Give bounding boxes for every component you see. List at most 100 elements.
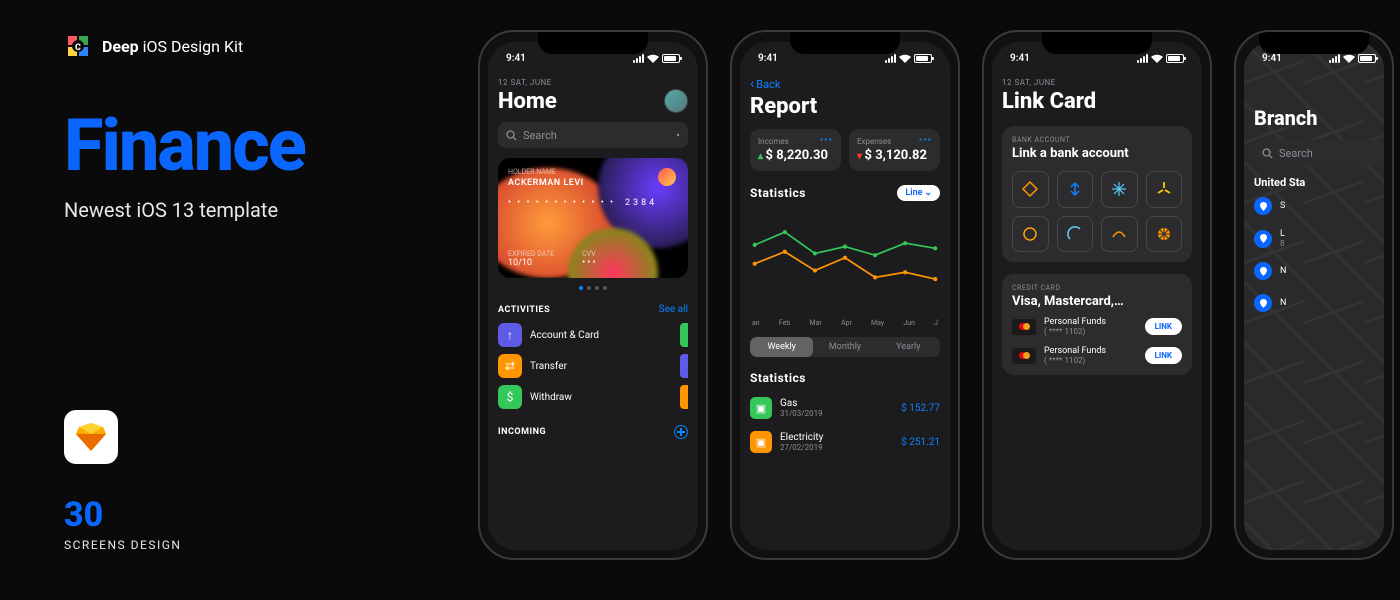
summary-tile[interactable]: ••• Expenses $ 3,120.82 — [849, 129, 940, 171]
month-label: an — [752, 319, 760, 327]
wifi-icon — [1343, 54, 1355, 63]
stat-icon: ▣ — [750, 431, 772, 453]
branch-row[interactable]: L8 — [1254, 229, 1384, 248]
month-label: Apr — [841, 319, 852, 327]
screens-count-label: SCREENS DESIGN — [64, 538, 181, 552]
signal-icon — [885, 54, 896, 63]
bank-icon — [1155, 225, 1173, 243]
back-button[interactable]: ‹Back — [750, 76, 940, 92]
map-pin-icon — [1254, 262, 1272, 280]
month-label: Feb — [779, 319, 790, 327]
signal-icon — [1329, 54, 1340, 63]
branch-name: N — [1280, 298, 1286, 308]
summary-tile[interactable]: ••• Incomes $ 8,220.30 — [750, 129, 841, 171]
bank-icon — [1110, 180, 1128, 198]
bank-option[interactable] — [1101, 216, 1138, 253]
card-pager[interactable] — [498, 286, 688, 290]
bank-option[interactable] — [1012, 216, 1049, 253]
tile-menu-icon[interactable]: ••• — [919, 135, 932, 146]
status-time: 9:41 — [758, 53, 778, 64]
bank-option[interactable] — [1057, 171, 1094, 208]
month-label: Mar — [809, 319, 821, 327]
avatar[interactable] — [664, 89, 688, 113]
hero-title: Finance — [64, 110, 424, 182]
segment-option[interactable]: Yearly — [877, 337, 940, 357]
activity-item[interactable]: ⇄ Transfer — [498, 354, 688, 378]
segment-option[interactable]: Weekly — [750, 337, 813, 357]
mastercard-icon — [1012, 348, 1036, 364]
search-input[interactable]: Search — [1254, 140, 1384, 166]
phone-branch: 9:41 Branch Search United Sta S L8 N N — [1234, 30, 1394, 560]
bank-option[interactable] — [1012, 171, 1049, 208]
mic-icon[interactable]: • — [676, 129, 680, 142]
branch-sub: 8 — [1280, 239, 1285, 248]
credit-card-row: Personal Funds( **** 1102) LINK — [1012, 317, 1182, 336]
brand-mark-icon: C — [64, 32, 92, 60]
activity-item[interactable]: $ Withdraw — [498, 385, 688, 409]
page-title: Branch — [1254, 106, 1384, 130]
search-placeholder: Search — [523, 129, 670, 142]
signal-icon — [633, 54, 644, 63]
link-button[interactable]: LINK — [1145, 347, 1182, 364]
chevron-down-icon: ⌄ — [924, 188, 932, 198]
country-header: United Sta — [1254, 176, 1384, 189]
card-holder-label: HOLDER NAME — [508, 168, 678, 176]
svg-text:C: C — [75, 43, 81, 53]
credit-card-row: Personal Funds( **** 1102) LINK — [1012, 346, 1182, 365]
branch-name: S — [1280, 201, 1285, 211]
statistics-title: Statistics — [750, 186, 806, 200]
branch-row[interactable]: S — [1254, 197, 1384, 215]
branch-row[interactable]: N — [1254, 294, 1384, 312]
bank-icon — [1021, 225, 1039, 243]
cc-sub: ( **** 1102) — [1044, 356, 1137, 365]
stat-value: $ 152.77 — [901, 403, 940, 414]
phone-link-card: 9:41 12 SAT, JUNE Link Card BANK ACCOUNT… — [982, 30, 1212, 560]
chart-type-toggle[interactable]: Line⌄ — [897, 185, 940, 201]
month-label: May — [871, 319, 884, 327]
credit-card[interactable]: HOLDER NAME ACKERMAN LEVI • • • • • • • … — [498, 158, 688, 278]
stat-row[interactable]: ▣ Electricity27/02/2019 $ 251.21 — [750, 425, 940, 459]
search-icon — [506, 130, 517, 141]
status-time: 9:41 — [1010, 53, 1030, 64]
card-exp: 10/10 — [508, 258, 554, 268]
bank-option[interactable] — [1146, 171, 1183, 208]
stat-icon: ▣ — [750, 397, 772, 419]
activity-label: Withdraw — [530, 392, 572, 403]
screens-count: 30 — [64, 498, 181, 532]
segment-option[interactable]: Monthly — [813, 337, 876, 357]
wifi-icon — [899, 54, 911, 63]
sketch-badge-icon — [64, 410, 118, 464]
map-pin-icon — [1254, 197, 1272, 215]
card-cvv-label: CVV — [582, 250, 596, 258]
stat-date: 27/02/2019 — [780, 443, 893, 452]
stat-value: $ 251.21 — [901, 437, 940, 448]
stat-row[interactable]: ▣ Gas31/03/2019 $ 152.77 — [750, 391, 940, 425]
activity-item[interactable]: ↑ Account & Card — [498, 323, 688, 347]
link-button[interactable]: LINK — [1145, 318, 1182, 335]
status-time: 9:41 — [506, 53, 526, 64]
incoming-title: INCOMING — [498, 427, 546, 437]
wifi-icon — [647, 54, 659, 63]
search-icon — [1262, 148, 1273, 159]
mastercard-icon — [1012, 319, 1036, 335]
branch-row[interactable]: N — [1254, 262, 1384, 280]
activity-peek — [680, 354, 688, 378]
add-incoming-button[interactable] — [674, 425, 688, 439]
bank-option[interactable] — [1146, 216, 1183, 253]
brand-name: Deep iOS Design Kit — [102, 37, 243, 56]
bank-icon — [1066, 225, 1084, 243]
status-time: 9:41 — [1262, 53, 1282, 64]
bank-icon — [1021, 180, 1039, 198]
tile-menu-icon[interactable]: ••• — [820, 135, 833, 146]
search-input[interactable]: Search • — [498, 122, 688, 148]
activity-peek — [680, 385, 688, 409]
bank-option[interactable] — [1057, 216, 1094, 253]
hero-subtitle: Newest iOS 13 template — [64, 198, 424, 222]
bank-title: Link a bank account — [1012, 146, 1182, 161]
brand-logo-row: C Deep iOS Design Kit — [64, 32, 424, 60]
bank-overline: BANK ACCOUNT — [1012, 136, 1182, 144]
period-segment[interactable]: WeeklyMonthlyYearly — [750, 337, 940, 357]
tile-value: $ 8,220.30 — [758, 148, 833, 163]
see-all-link[interactable]: See all — [659, 304, 688, 315]
bank-option[interactable] — [1101, 171, 1138, 208]
